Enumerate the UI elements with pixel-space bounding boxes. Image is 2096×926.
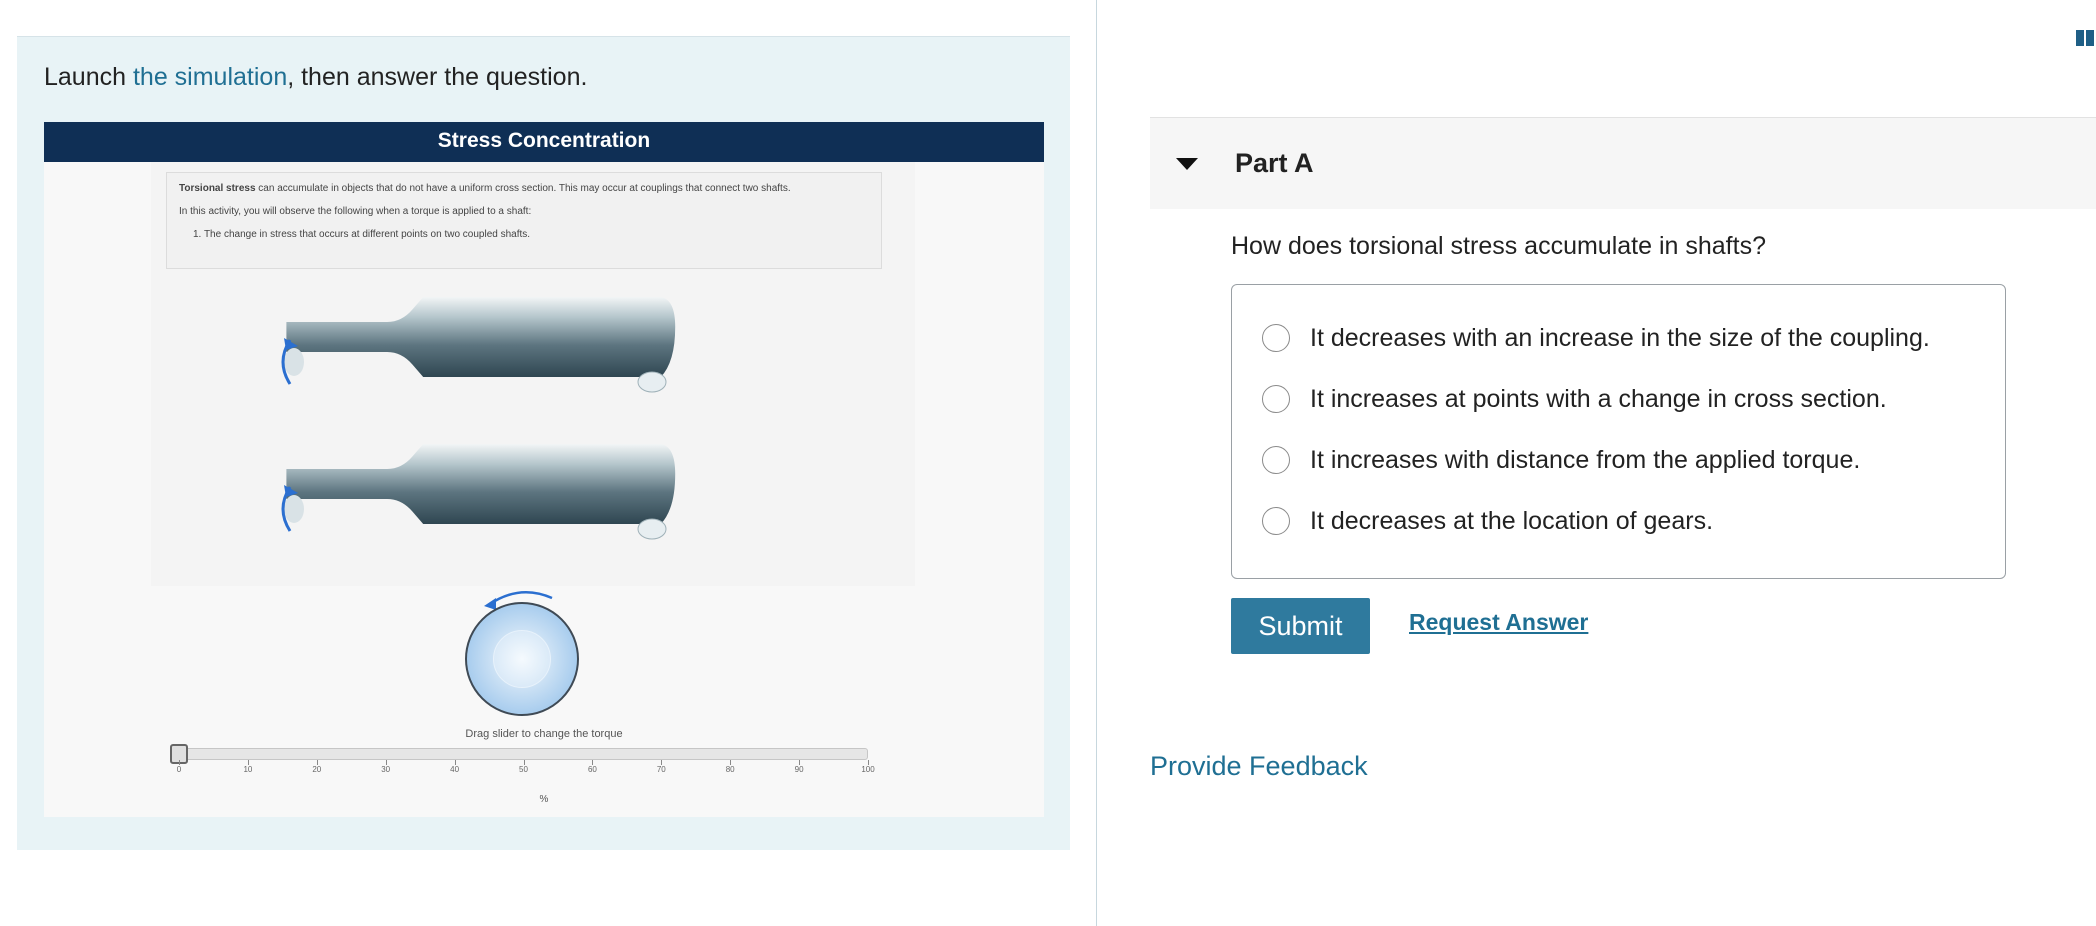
slider-tick-label: 20 (312, 765, 322, 774)
option-label: It decreases at the location of gears. (1310, 506, 1714, 535)
part-a-header[interactable]: Part A (1150, 117, 2096, 209)
info-lead-bold: Torsional stress (179, 183, 256, 194)
simulation-info-box: Torsional stress can accumulate in objec… (166, 172, 882, 269)
slider-tick-label: 70 (656, 765, 666, 774)
torque-slider-track[interactable] (175, 748, 868, 760)
provide-feedback-link[interactable]: Provide Feedback (1150, 751, 1368, 782)
intro-after: , then answer the question. (287, 63, 588, 91)
slider-tick-label: 90 (794, 765, 804, 774)
simulation-link[interactable]: the simulation (133, 63, 287, 91)
submit-button[interactable]: Submit (1231, 598, 1370, 654)
intro-before: Launch (44, 63, 133, 91)
collapse-caret-icon[interactable] (1176, 158, 1198, 170)
book-icon[interactable] (2076, 30, 2096, 46)
pane-divider (1096, 0, 1097, 926)
torque-knob-center (493, 630, 551, 688)
slider-tick-label: 0 (176, 765, 182, 774)
slider-tick-label: 10 (243, 765, 253, 774)
option-4[interactable]: It decreases at the location of gears. (1262, 501, 1713, 541)
left-content-pane: Launch the simulation, then answer the q… (17, 36, 1070, 850)
option-1[interactable]: It decreases with an increase in the siz… (1262, 318, 1930, 358)
radio-button[interactable] (1262, 385, 1290, 413)
question-text: How does torsional stress accumulate in … (1231, 232, 1766, 260)
slider-tick-label: 40 (450, 765, 460, 774)
slider-caption: Drag slider to change the torque (465, 728, 623, 740)
slider-tick-label: 30 (381, 765, 391, 774)
option-2[interactable]: It increases at points with a change in … (1262, 379, 1887, 419)
slider-tick-label: 80 (725, 765, 735, 774)
radio-button[interactable] (1262, 507, 1290, 535)
slider-tick-label: 50 (519, 765, 528, 774)
intro-text: Launch the simulation, then answer the q… (44, 63, 587, 92)
simulation-title: Stress Concentration (44, 122, 1044, 162)
coupled-shaft-top (281, 297, 676, 393)
option-label: It increases with distance from the appl… (1310, 445, 1861, 474)
simulation-panel: Stress Concentration Torsional stress ca… (44, 122, 1044, 817)
slider-tick-label: 100 (861, 765, 875, 774)
option-label: It increases at points with a change in … (1310, 384, 1887, 413)
request-answer-link[interactable]: Request Answer (1409, 609, 1588, 636)
radio-button[interactable] (1262, 446, 1290, 474)
slider-unit: % (539, 794, 549, 805)
radio-button[interactable] (1262, 324, 1290, 352)
torque-knob[interactable] (465, 602, 579, 716)
part-title: Part A (1235, 148, 1314, 178)
option-label: It decreases with an increase in the siz… (1310, 323, 1930, 352)
answer-options: It decreases with an increase in the siz… (1231, 284, 2006, 579)
info-item: 1. The change in stress that occurs at d… (193, 229, 531, 240)
option-3[interactable]: It increases with distance from the appl… (1262, 440, 1860, 480)
info-lead-rest: can accumulate in objects that do not ha… (255, 183, 791, 194)
slider-tick-label: 60 (587, 765, 597, 774)
coupled-shaft-bottom (281, 444, 676, 540)
info-line-2: In this activity, you will observe the f… (179, 206, 532, 217)
